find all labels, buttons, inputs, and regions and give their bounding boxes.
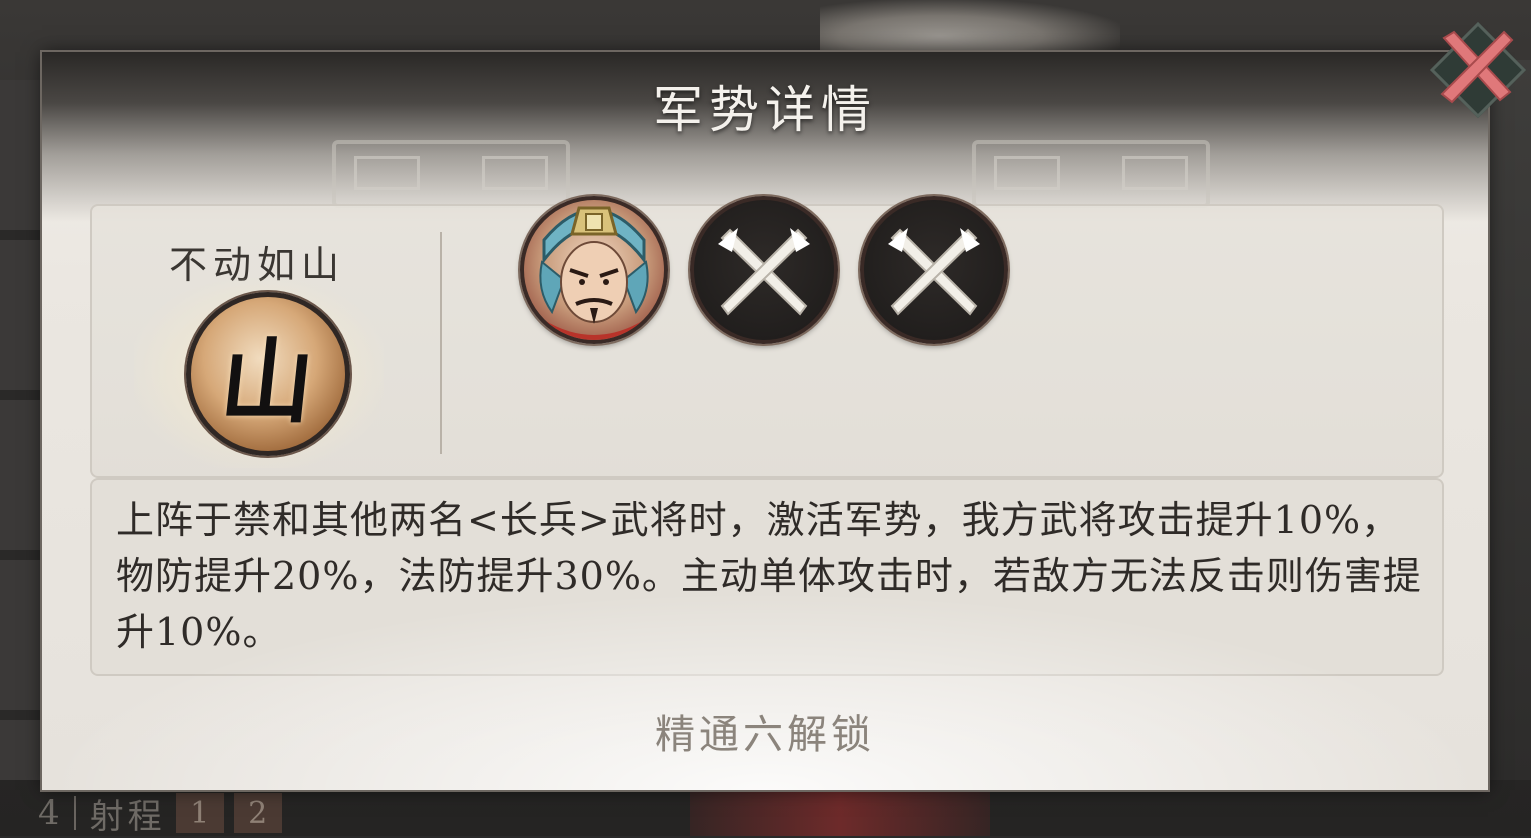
title-ornament-left bbox=[332, 140, 570, 208]
level-box-1: 1 bbox=[175, 793, 224, 833]
general-portrait-icon bbox=[539, 206, 649, 340]
section-divider bbox=[440, 232, 442, 454]
unlock-requirement: 精通六解锁 bbox=[655, 712, 875, 758]
level-box-2: 2 bbox=[233, 793, 282, 833]
stat-label: 射程 bbox=[89, 796, 166, 837]
stat-divider bbox=[73, 796, 76, 830]
close-x-icon bbox=[1440, 30, 1514, 104]
title-ornament-right bbox=[972, 140, 1210, 208]
close-button[interactable] bbox=[1429, 21, 1527, 119]
dialog-title: 军势详情 bbox=[653, 81, 877, 139]
stance-detail-dialog: 军势详情 不动如山 山 上阵于禁和其他两名<长兵>武将时，激活军势，我方武将攻击… bbox=[42, 52, 1488, 790]
crossed-blades-icon bbox=[718, 228, 810, 316]
stance-glyph: 山 bbox=[215, 327, 319, 436]
background-character-robe bbox=[690, 790, 990, 836]
empty-slot-2[interactable] bbox=[690, 196, 838, 344]
general-slot-1[interactable] bbox=[520, 196, 668, 344]
background-right-panel bbox=[1487, 60, 1531, 780]
stat-index: 4 bbox=[38, 793, 60, 833]
background-character bbox=[820, 0, 1120, 60]
empty-slot-3[interactable] bbox=[860, 196, 1008, 344]
background-left-panel bbox=[0, 80, 42, 780]
background-stat-row: 4 射程 1 2 bbox=[0, 790, 520, 837]
mountain-emblem-icon[interactable]: 山 bbox=[186, 292, 350, 456]
bottom-mist bbox=[42, 590, 1488, 790]
crossed-blades-icon bbox=[888, 228, 980, 316]
